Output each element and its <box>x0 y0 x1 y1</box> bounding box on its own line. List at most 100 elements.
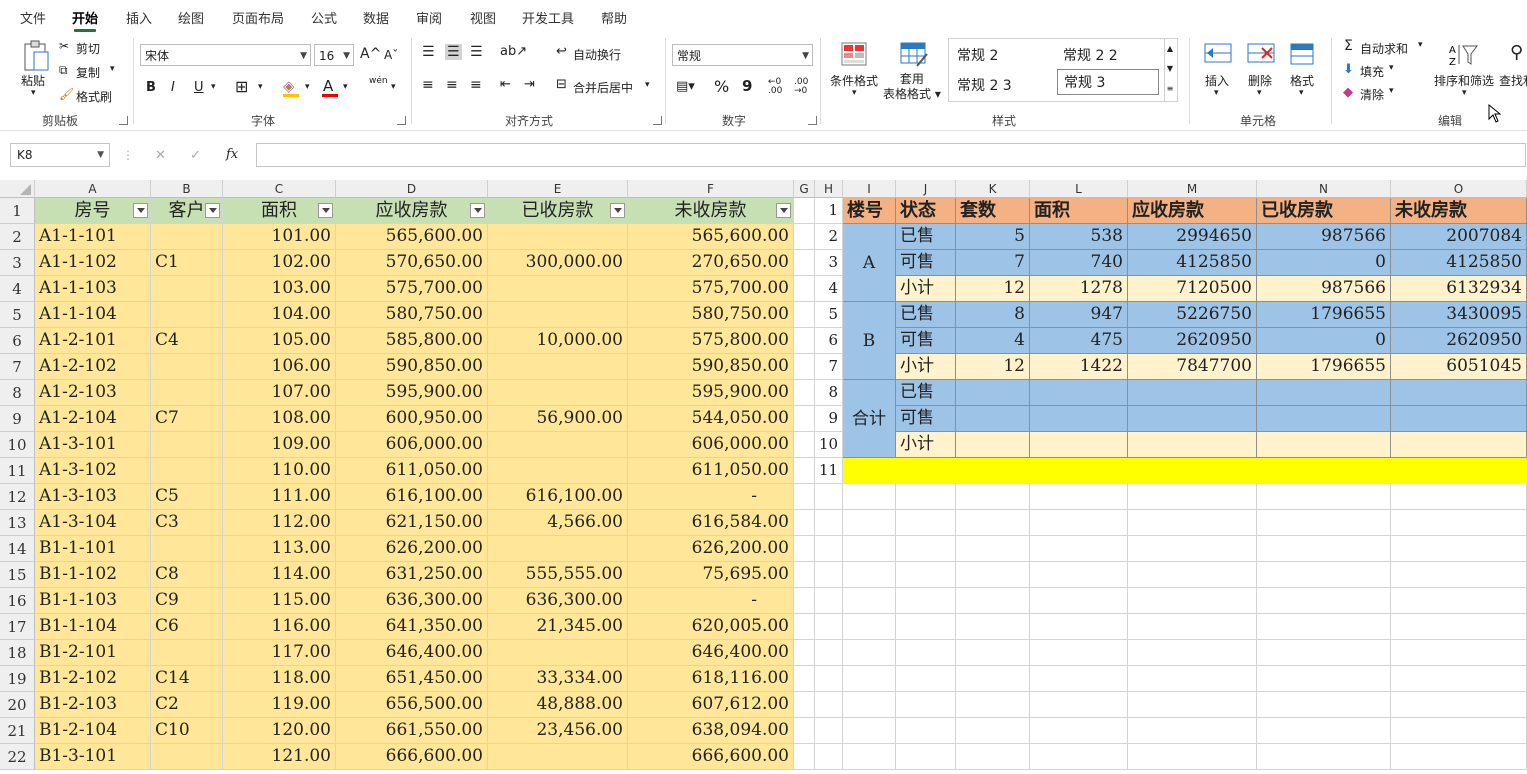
insert-function-icon[interactable]: fx <box>226 147 238 162</box>
sort-filter-icon[interactable]: AZ <box>1447 42 1479 68</box>
left-data-cell[interactable]: C1 <box>151 250 223 276</box>
cell[interactable] <box>1391 718 1527 744</box>
tab-8[interactable]: 视图 <box>470 8 496 27</box>
cell[interactable] <box>843 744 896 770</box>
cell[interactable] <box>1391 640 1527 666</box>
cut-icon[interactable]: ✂ <box>59 39 69 53</box>
row-header[interactable]: 10 <box>0 432 35 458</box>
cell[interactable] <box>1391 744 1527 770</box>
left-data-cell[interactable]: 104.00 <box>223 302 336 328</box>
clipboard-launcher-icon[interactable] <box>119 116 128 125</box>
left-data-cell[interactable]: 114.00 <box>223 562 336 588</box>
gallery-scroll[interactable]: ▲ ▼ ≡ <box>1163 38 1178 102</box>
cell[interactable] <box>794 198 815 224</box>
cell[interactable] <box>794 510 815 536</box>
tab-3[interactable]: 绘图 <box>178 8 204 27</box>
align-middle-icon[interactable]: ☰ <box>445 44 462 60</box>
cell[interactable] <box>1391 692 1527 718</box>
left-data-cell[interactable]: 580,750.00 <box>628 302 794 328</box>
copy-dropdown-icon[interactable]: ▾ <box>110 64 115 74</box>
group-cell[interactable]: A <box>843 224 896 302</box>
row-header[interactable]: 14 <box>0 536 35 562</box>
cell[interactable] <box>1257 588 1391 614</box>
left-data-cell[interactable]: 651,450.00 <box>336 666 488 692</box>
right-data-cell[interactable] <box>956 432 1030 458</box>
cell[interactable] <box>956 744 1030 770</box>
left-data-cell[interactable]: 656,500.00 <box>336 692 488 718</box>
cell[interactable] <box>956 536 1030 562</box>
cell[interactable] <box>843 718 896 744</box>
cell[interactable] <box>843 536 896 562</box>
left-data-cell[interactable]: 638,094.00 <box>628 718 794 744</box>
left-data-cell[interactable]: 56,900.00 <box>488 406 628 432</box>
row-header[interactable]: 11 <box>0 458 35 484</box>
left-data-cell[interactable] <box>151 380 223 406</box>
autosum-icon[interactable]: Σ <box>1344 38 1353 54</box>
left-data-cell[interactable]: 570,650.00 <box>336 250 488 276</box>
align-launcher-icon[interactable] <box>653 116 662 125</box>
right-data-cell[interactable]: 小计 <box>896 354 956 380</box>
copy-button[interactable]: 复制 <box>76 64 100 81</box>
cell[interactable] <box>794 276 815 302</box>
right-data-cell[interactable]: 1796655 <box>1257 354 1391 380</box>
cell[interactable] <box>815 614 843 640</box>
left-data-cell[interactable]: 666,600.00 <box>336 744 488 770</box>
formula-input[interactable] <box>256 143 1526 167</box>
right-header-cell[interactable]: 应收房款 <box>1128 198 1257 224</box>
cell[interactable] <box>1257 562 1391 588</box>
cut-button[interactable]: 剪切 <box>76 40 100 57</box>
cell[interactable] <box>1128 562 1257 588</box>
underline-button[interactable]: U <box>194 80 204 95</box>
row-header[interactable]: 15 <box>0 562 35 588</box>
left-data-cell[interactable]: 575,700.00 <box>336 276 488 302</box>
conditional-format-button[interactable]: 条件格式 <box>830 72 878 89</box>
number-launcher-icon[interactable] <box>808 116 817 125</box>
right-data-cell[interactable]: 7847700 <box>1128 354 1257 380</box>
right-data-cell[interactable]: 7120500 <box>1128 276 1257 302</box>
right-data-cell[interactable] <box>1128 380 1257 406</box>
left-header-cell[interactable]: 面积 <box>223 198 336 224</box>
right-data-cell[interactable]: 987566 <box>1257 224 1391 250</box>
left-data-cell[interactable]: B1-1-102 <box>35 562 151 588</box>
right-header-cell[interactable]: 套数 <box>956 198 1030 224</box>
cell[interactable] <box>843 484 896 510</box>
right-data-cell[interactable]: 可售 <box>896 406 956 432</box>
right-data-cell[interactable]: 3430095 <box>1391 302 1527 328</box>
merge-icon[interactable]: ⊟ <box>556 77 567 92</box>
conditional-format-icon[interactable] <box>841 42 867 66</box>
column-header-N[interactable]: N <box>1257 180 1391 198</box>
tab-7[interactable]: 审阅 <box>416 8 442 27</box>
border-icon[interactable]: ⊞ <box>235 77 248 96</box>
cell[interactable] <box>794 614 815 640</box>
left-data-cell[interactable]: A1-1-102 <box>35 250 151 276</box>
cell[interactable] <box>1128 536 1257 562</box>
left-data-cell[interactable]: 112.00 <box>223 510 336 536</box>
cell[interactable] <box>1030 484 1128 510</box>
align-top-icon[interactable]: ☰ <box>422 44 435 60</box>
left-data-cell[interactable]: B1-2-102 <box>35 666 151 692</box>
phonetic-icon[interactable]: wén <box>369 76 388 86</box>
left-data-cell[interactable] <box>151 744 223 770</box>
cell[interactable] <box>794 432 815 458</box>
left-data-cell[interactable]: B1-2-101 <box>35 640 151 666</box>
right-data-cell[interactable] <box>1391 432 1527 458</box>
cell[interactable] <box>896 718 956 744</box>
cell[interactable] <box>1030 614 1128 640</box>
row-header[interactable]: 16 <box>0 588 35 614</box>
clear-icon[interactable]: ◆ <box>1343 85 1353 100</box>
left-data-cell[interactable]: A1-2-103 <box>35 380 151 406</box>
right-data-cell[interactable]: 已售 <box>896 380 956 406</box>
accounting-icon[interactable]: ▤▾ <box>676 79 695 94</box>
cell[interactable] <box>1257 692 1391 718</box>
sort-filter-button[interactable]: 排序和筛选 <box>1434 72 1494 89</box>
left-data-cell[interactable]: 118.00 <box>223 666 336 692</box>
right-data-cell[interactable]: 12 <box>956 354 1030 380</box>
phonetic-dropdown-icon[interactable]: ▾ <box>391 82 396 92</box>
left-data-cell[interactable] <box>488 536 628 562</box>
left-data-cell[interactable]: 661,550.00 <box>336 718 488 744</box>
filter-dropdown-icon[interactable] <box>470 203 485 218</box>
left-data-cell[interactable] <box>488 432 628 458</box>
cell[interactable] <box>1391 614 1527 640</box>
left-data-cell[interactable]: 101.00 <box>223 224 336 250</box>
confirm-icon[interactable]: ✓ <box>190 148 201 163</box>
